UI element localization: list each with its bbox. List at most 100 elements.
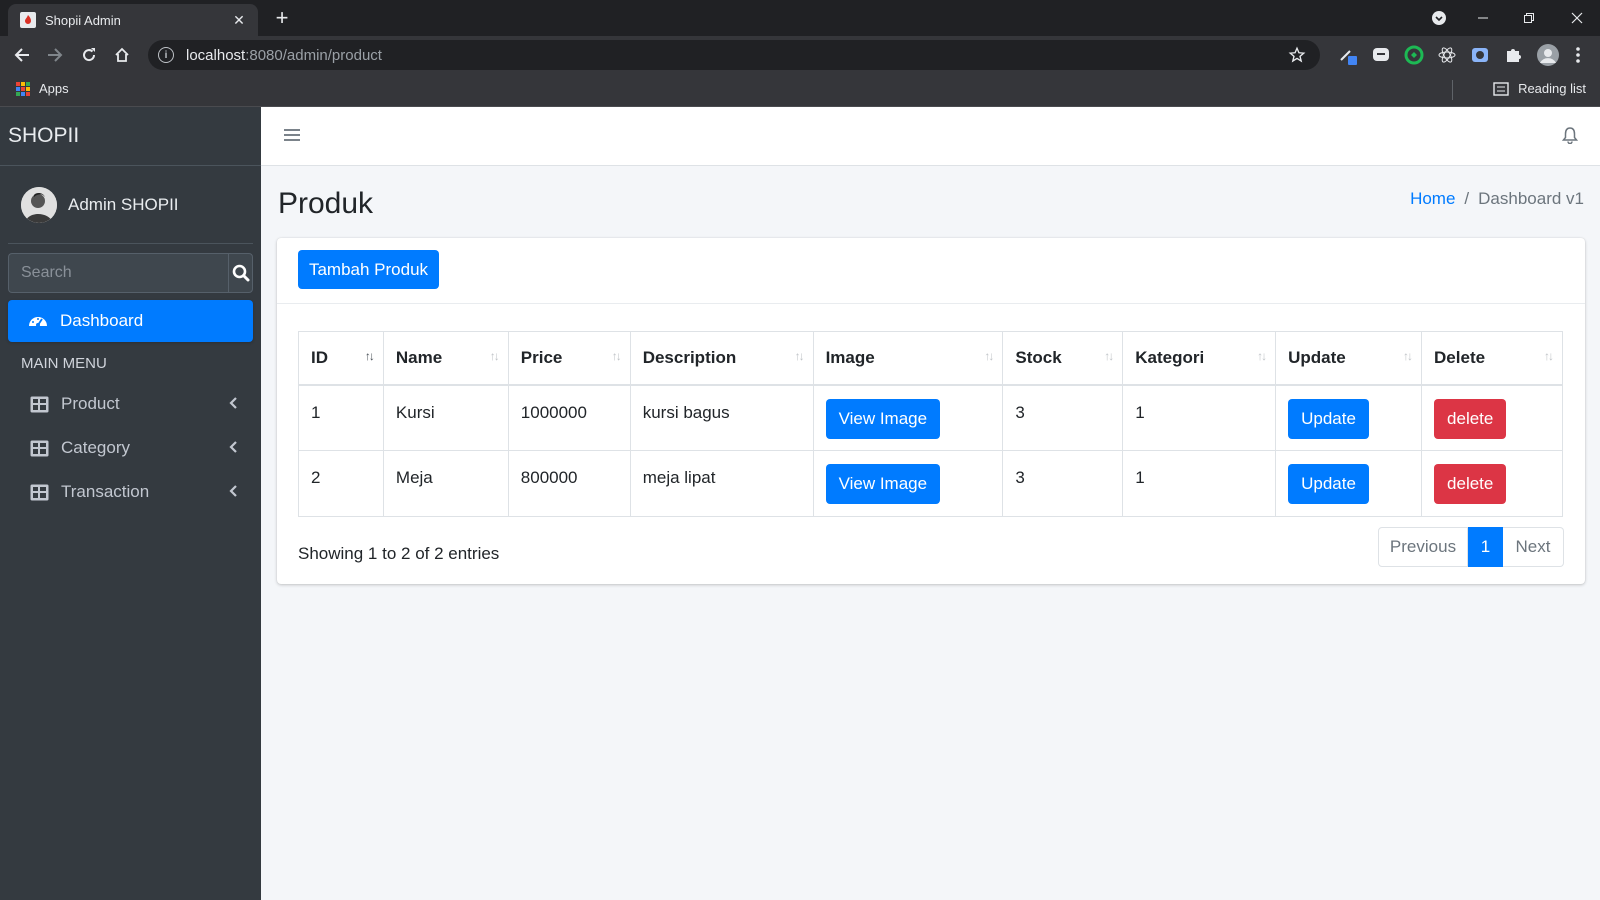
user-name[interactable]: Admin SHOPII	[68, 195, 179, 215]
table-row: 2 Meja 800000 meja lipat View Image 3 1 …	[298, 450, 1563, 517]
sidebar-search-input[interactable]	[8, 253, 228, 293]
bookmarks-bar: Apps Reading list	[0, 74, 1600, 107]
table-icon	[30, 484, 49, 501]
apps-grid-icon	[16, 81, 30, 96]
reading-list-button[interactable]: Reading list	[1493, 81, 1586, 96]
url-path: :8080/admin/product	[245, 46, 382, 64]
forward-icon[interactable]	[41, 41, 69, 69]
sidebar-item-dashboard[interactable]: Dashboard	[8, 300, 253, 342]
apps-label: Apps	[39, 81, 69, 96]
profile-avatar-icon[interactable]	[1536, 43, 1560, 67]
sidebar-item-label: Product	[61, 394, 120, 413]
column-header-stock[interactable]: Stock ↑↓	[1002, 331, 1124, 386]
sidebar-search	[8, 253, 253, 293]
product-table: ID ↑↓ Name ↑↓ Price ↑↓ Description ↑↓ Image ↑…	[298, 331, 1563, 517]
extension-chat-icon[interactable]	[1371, 45, 1391, 65]
close-window-icon[interactable]	[1554, 0, 1600, 36]
column-header-kategori[interactable]: Kategori ↑↓	[1122, 331, 1277, 386]
cell-kategori: 1	[1122, 384, 1277, 451]
add-product-button[interactable]: Tambah Produk	[298, 250, 439, 289]
top-navbar	[261, 107, 1600, 166]
restore-icon[interactable]	[1506, 0, 1552, 36]
new-tab-icon[interactable]: +	[270, 7, 294, 31]
cell-name: Meja	[382, 450, 509, 517]
column-header-label: Price	[520, 347, 563, 367]
column-header-id[interactable]: ID ↑↓	[298, 331, 384, 386]
update-button[interactable]: Update	[1288, 398, 1369, 439]
user-avatar[interactable]	[21, 186, 57, 223]
column-header-price[interactable]: Price ↑↓	[507, 331, 631, 386]
column-header-description[interactable]: Description ↑↓	[629, 331, 814, 386]
tab-close-icon[interactable]: ✕	[230, 11, 248, 29]
chevron-left-icon	[229, 441, 237, 453]
browser-menu-icon[interactable]	[1568, 45, 1588, 65]
sidebar-item-product[interactable]: Product	[8, 384, 253, 424]
column-header-delete[interactable]: Delete ↑↓	[1421, 331, 1563, 386]
hamburger-menu-icon[interactable]	[284, 128, 300, 147]
cell-name: Kursi	[382, 384, 509, 451]
pagination-next[interactable]: Next	[1503, 527, 1564, 567]
home-icon[interactable]	[108, 41, 136, 69]
column-header-label: Description	[642, 347, 737, 367]
reload-icon[interactable]	[75, 41, 103, 69]
bell-icon[interactable]	[1561, 126, 1579, 149]
view-image-button[interactable]: View Image	[825, 464, 941, 504]
page-title: Produk	[278, 187, 374, 220]
address-bar[interactable]: i localhost:8080/admin/product	[148, 40, 1320, 70]
sort-icon: ↑↓	[794, 349, 805, 363]
sidebar-item-dashboard-label: Dashboard	[60, 311, 144, 330]
extensions-puzzle-icon[interactable]	[1503, 45, 1523, 65]
cell-image: View Image	[812, 384, 1004, 451]
cell-description: kursi bagus	[629, 384, 814, 451]
reading-list-label: Reading list	[1518, 81, 1586, 96]
brand-link[interactable]: SHOPII	[0, 107, 261, 166]
delete-button[interactable]: delete	[1434, 398, 1507, 439]
breadcrumb-current: Dashboard v1	[1478, 189, 1584, 208]
browser-toolbar: i localhost:8080/admin/product	[0, 36, 1600, 74]
site-info-icon[interactable]: i	[158, 47, 174, 63]
user-panel: Admin SHOPII	[8, 166, 253, 244]
column-header-image[interactable]: Image ↑↓	[812, 331, 1004, 386]
tab-search-icon[interactable]	[1416, 0, 1462, 36]
extension-atom-icon[interactable]	[1437, 45, 1457, 65]
product-card: Tambah Produk ID ↑↓ Name ↑↓ Price ↑↓ Descri…	[277, 238, 1585, 584]
view-image-button[interactable]: View Image	[825, 398, 941, 439]
extension-pen-icon[interactable]	[1338, 45, 1358, 65]
sidebar-search-button[interactable]	[228, 253, 253, 293]
breadcrumb-separator: /	[1464, 189, 1470, 208]
breadcrumb-home-link[interactable]: Home	[1410, 189, 1455, 209]
pagination: Previous 1 Next	[1378, 527, 1564, 567]
breadcrumb: Home / Dashboard v1	[1410, 189, 1584, 209]
extension-green-icon[interactable]	[1404, 45, 1424, 65]
sidebar-item-category[interactable]: Category	[8, 428, 253, 468]
cell-stock: 3	[1002, 384, 1124, 451]
bookmark-star-icon[interactable]	[1288, 46, 1306, 69]
sidebar-item-transaction[interactable]: Transaction	[8, 472, 253, 512]
update-button[interactable]: Update	[1288, 464, 1369, 504]
card-header: Tambah Produk	[277, 238, 1585, 304]
column-header-label: Name	[395, 347, 443, 367]
browser-tabstrip: Shopii Admin ✕ +	[0, 0, 1600, 36]
table-header-row: ID ↑↓ Name ↑↓ Price ↑↓ Description ↑↓ Image ↑…	[298, 331, 1563, 386]
tab-title: Shopii Admin	[45, 12, 121, 28]
search-icon	[232, 264, 249, 282]
shopii-favicon-icon	[20, 12, 36, 28]
sort-icon: ↑↓	[1403, 349, 1413, 363]
back-icon[interactable]	[8, 41, 36, 69]
minimize-icon[interactable]	[1460, 0, 1506, 36]
apps-bookmark[interactable]: Apps	[16, 81, 69, 96]
browser-tab[interactable]: Shopii Admin ✕	[8, 4, 258, 36]
column-header-update[interactable]: Update ↑↓	[1275, 331, 1423, 386]
delete-button[interactable]: delete	[1434, 464, 1507, 504]
cell-update: Update	[1275, 450, 1423, 517]
pagination-page[interactable]: 1	[1468, 527, 1503, 567]
bookmarks-divider	[1452, 80, 1453, 100]
column-header-name[interactable]: Name ↑↓	[382, 331, 509, 386]
pagination-previous[interactable]: Previous	[1378, 527, 1468, 567]
column-header-label: Kategori	[1135, 347, 1205, 367]
main-content: Produk Home / Dashboard v1 Tambah Produk…	[261, 107, 1600, 900]
cell-price: 800000	[507, 450, 631, 517]
extension-screen-icon[interactable]	[1470, 45, 1490, 65]
table-row: 1 Kursi 1000000 kursi bagus View Image 3…	[298, 384, 1563, 451]
cell-id: 1	[298, 384, 384, 451]
